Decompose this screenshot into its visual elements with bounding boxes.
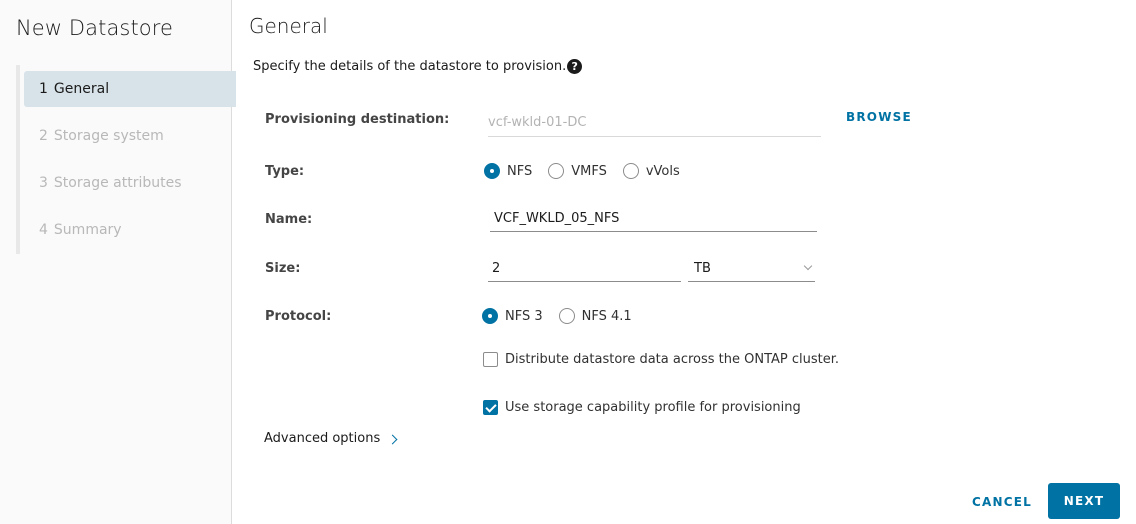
new-datastore-dialog: New Datastore 1 General 2 Storage system 3… xyxy=(0,0,1136,524)
type-radio-vvols[interactable]: vVols xyxy=(622,163,680,179)
radio-button-checked-icon xyxy=(484,163,500,179)
checkbox-checked-icon xyxy=(483,400,498,415)
protocol-radio-group: NFS 3 NFS 4.1 xyxy=(482,308,648,324)
radio-button-icon xyxy=(558,308,575,324)
radio-label: NFS 4.1 xyxy=(581,308,632,324)
radio-button-checked-icon xyxy=(482,308,498,324)
type-radio-nfs[interactable]: NFS xyxy=(484,163,532,179)
chevron-down-icon xyxy=(803,261,813,271)
radio-button-icon xyxy=(622,163,639,179)
page-subtitle: Specify the details of the datastore to … xyxy=(253,59,583,74)
size-input[interactable]: 2 xyxy=(488,258,681,282)
step-number: 3 xyxy=(39,175,48,191)
wizard-steps: 1 General 2 Storage system 3 Storage attrib… xyxy=(16,65,236,254)
wizard-content: General Specify the details of the datas… xyxy=(232,0,1136,524)
step-label: Storage attributes xyxy=(53,175,182,191)
step-label: Storage system xyxy=(53,128,164,144)
step-label: Summary xyxy=(53,222,122,238)
advanced-options-toggle[interactable]: Advanced options xyxy=(264,431,398,446)
distribute-datastore-checkbox[interactable]: Distribute datastore data across the ONT… xyxy=(483,352,839,367)
size-label: Size: xyxy=(265,261,301,276)
subtitle-text: Specify the details of the datastore to … xyxy=(253,59,567,74)
checkbox-label: Use storage capability profile for provi… xyxy=(505,400,801,415)
checkbox-label: Distribute datastore data across the ONT… xyxy=(505,352,840,367)
provisioning-destination-field: vcf-wkld-01-DC xyxy=(488,112,821,137)
type-radio-vmfs[interactable]: VMFS xyxy=(548,163,607,179)
page-title: General xyxy=(249,14,328,38)
protocol-label: Protocol: xyxy=(265,309,332,324)
wizard-step-general[interactable]: 1 General xyxy=(24,71,236,107)
name-label: Name: xyxy=(265,212,313,227)
next-button[interactable]: NEXT xyxy=(1048,483,1120,519)
step-number: 2 xyxy=(39,128,48,144)
provisioning-destination-label: Provisioning destination: xyxy=(265,112,450,127)
radio-label: vVols xyxy=(645,163,680,179)
name-input[interactable]: VCF_WKLD_05_NFS xyxy=(490,208,817,232)
radio-label: NFS xyxy=(507,163,533,179)
wizard-step-storage-system[interactable]: 2 Storage system xyxy=(24,118,236,154)
wizard-title: New Datastore xyxy=(16,16,174,40)
cancel-button[interactable]: CANCEL xyxy=(966,486,1038,518)
type-label: Type: xyxy=(265,164,305,179)
size-unit-value: TB xyxy=(694,261,711,276)
size-unit-select[interactable]: TB xyxy=(688,258,815,282)
radio-label: VMFS xyxy=(571,163,607,179)
protocol-radio-nfs3[interactable]: NFS 3 xyxy=(482,308,543,324)
browse-button[interactable]: BROWSE xyxy=(846,110,912,124)
type-radio-group: NFS VMFS vVols xyxy=(484,163,696,179)
step-number: 1 xyxy=(39,81,48,97)
wizard-step-summary[interactable]: 4 Summary xyxy=(24,212,236,248)
step-number: 4 xyxy=(39,222,48,238)
step-label: General xyxy=(53,81,110,97)
checkbox-unchecked-icon xyxy=(483,352,498,367)
chevron-right-icon xyxy=(387,434,398,445)
storage-capability-profile-checkbox[interactable]: Use storage capability profile for provi… xyxy=(483,400,801,415)
radio-button-icon xyxy=(548,163,565,179)
radio-label: NFS 3 xyxy=(505,308,543,324)
wizard-step-storage-attributes[interactable]: 3 Storage attributes xyxy=(24,165,236,201)
advanced-options-label: Advanced options xyxy=(264,431,381,446)
wizard-sidebar: New Datastore 1 General 2 Storage system 3… xyxy=(0,0,236,524)
help-icon[interactable]: ? xyxy=(567,59,583,74)
protocol-radio-nfs41[interactable]: NFS 4.1 xyxy=(558,308,632,324)
